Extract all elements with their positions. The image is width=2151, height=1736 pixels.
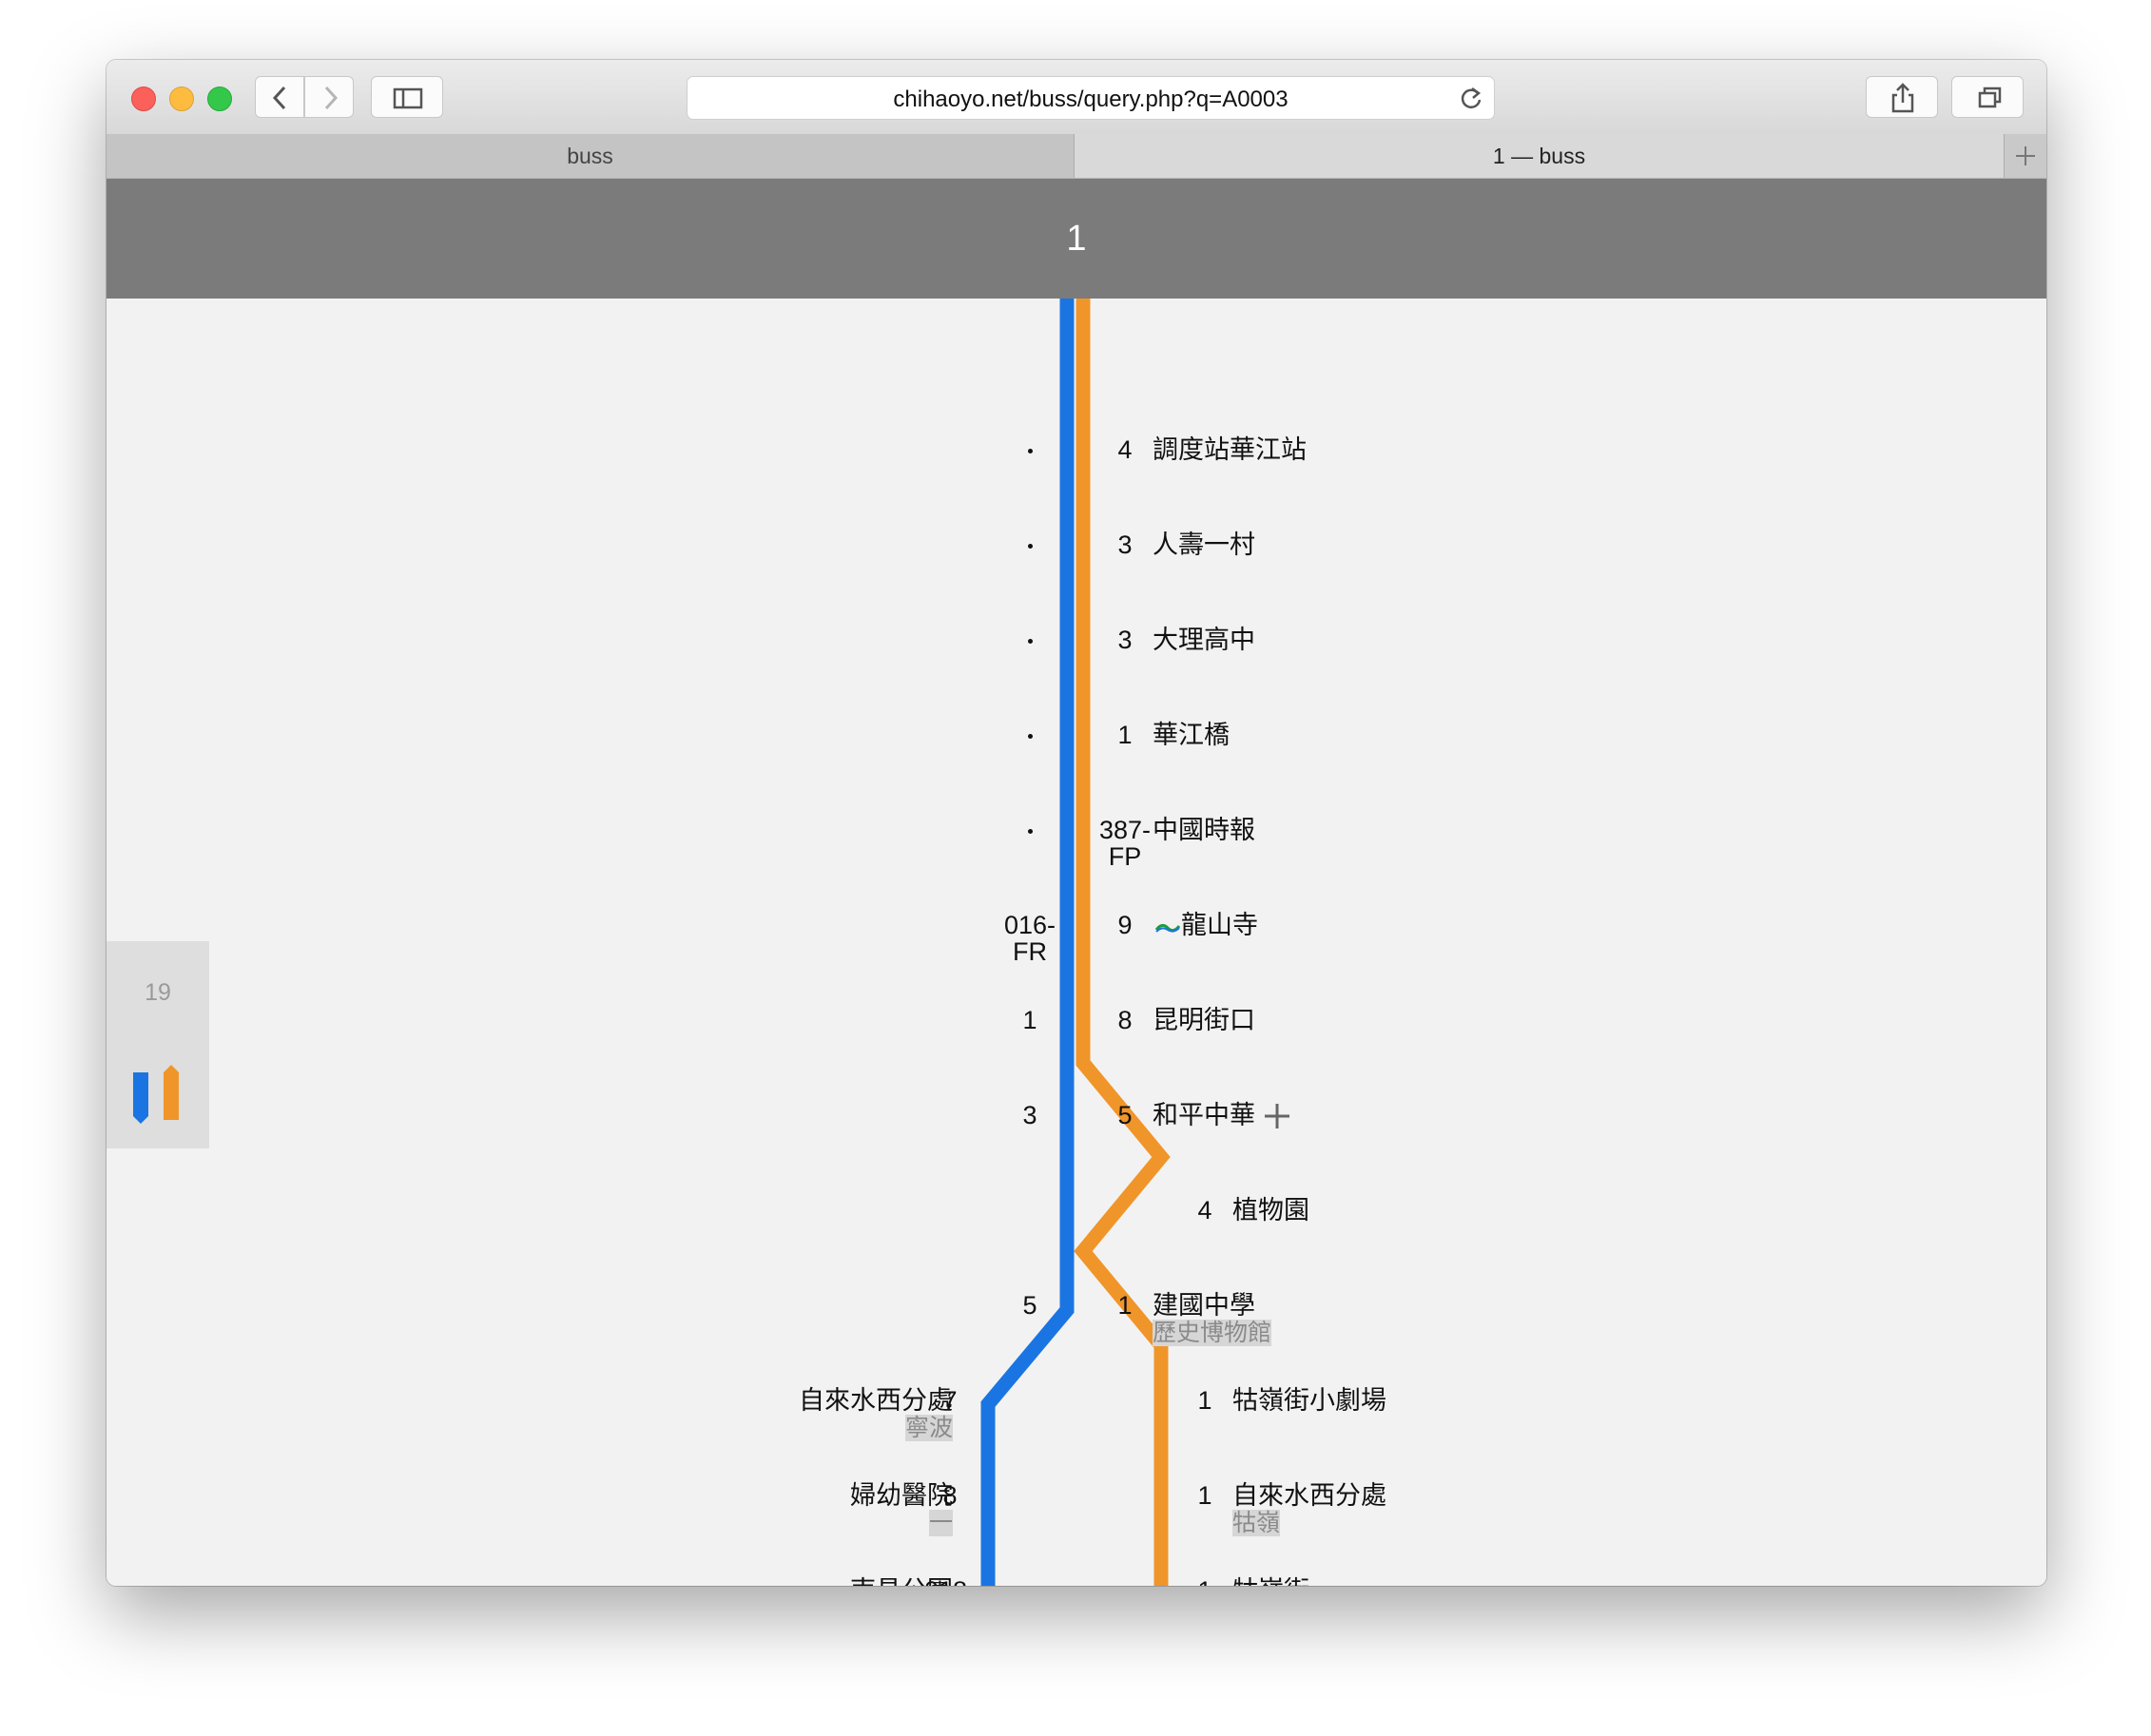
stop-alias: 一: [928, 1510, 953, 1536]
forward-button[interactable]: [304, 76, 354, 118]
url-text: chihaoyo.net/buss/query.php?q=A0003: [893, 87, 1289, 112]
metro-icon: [1154, 923, 1181, 933]
right-arrival-plate: 387- FP: [1098, 816, 1152, 871]
right-arrival-time: 1: [1117, 1291, 1133, 1320]
bus-count: 19: [145, 979, 171, 1006]
stop-name-text: 自來水西分處: [1232, 1481, 1386, 1510]
new-tab-button[interactable]: [2004, 134, 2046, 178]
reload-icon[interactable]: [1458, 85, 1484, 111]
side-panel[interactable]: 19: [107, 941, 209, 1148]
right-arrival-time: 1: [1197, 1386, 1212, 1415]
minimize-window-button[interactable]: [169, 87, 194, 111]
chevron-left-icon: [272, 86, 286, 110]
stop-dot: [1028, 639, 1033, 644]
plus-icon: [2016, 146, 2035, 165]
right-arrival-time: 1: [1191, 1577, 1219, 1586]
stop-alias: 歷史博物館: [1153, 1320, 1272, 1346]
stop-name[interactable]: 婦幼醫院 一: [763, 1482, 953, 1536]
stop-name[interactable]: 自來水西分處 牯嶺: [1232, 1482, 1386, 1536]
stop-name[interactable]: 華江橋: [1153, 722, 1230, 748]
left-arrival-time: 5: [1022, 1291, 1037, 1320]
close-window-button[interactable]: [131, 87, 156, 111]
route-lines: [980, 299, 1171, 1586]
title-bar: chihaoyo.net/buss/query.php?q=A0003: [107, 60, 2046, 135]
sidebar-icon: [393, 87, 423, 109]
tab-bar: buss 1 — buss: [107, 134, 2046, 179]
left-arrival-time: 8: [942, 1481, 958, 1510]
right-arrival-time: 9: [1117, 911, 1133, 939]
route-line-inbound: [1074, 299, 1171, 1586]
chevron-right-icon: [324, 86, 339, 110]
tabs-icon: [1978, 87, 2002, 108]
zoom-window-button[interactable]: [207, 87, 232, 111]
route-direction-icon[interactable]: [131, 1063, 188, 1129]
stop-name[interactable]: 和平中華: [1153, 1102, 1255, 1128]
stop-name[interactable]: 調度站華江站: [1153, 436, 1307, 463]
stop-dot: [1028, 449, 1033, 453]
right-arrival-time: 3: [1117, 626, 1133, 654]
route-header: 1: [107, 179, 2046, 299]
left-arrival-time: 1: [1022, 1006, 1037, 1034]
stop-name[interactable]: 龍山寺: [1181, 912, 1258, 938]
stop-name[interactable]: 大理高中: [1153, 627, 1255, 653]
right-arrival-time: 5: [1117, 1101, 1133, 1129]
stop-alias: 寧波: [904, 1415, 953, 1441]
right-arrival-time: 4: [1197, 1196, 1212, 1225]
stop-name[interactable]: 自來水西分處 寧波: [763, 1387, 953, 1441]
stop-name-text: 建國中學: [1153, 1291, 1255, 1320]
stop-alias: 牯嶺: [1232, 1510, 1281, 1536]
route-map: 4 調度站華江站 3 人壽一村 3 大理高中 1 華江橋 387- FP 中國時報…: [107, 299, 2046, 1586]
left-arrival-plate: 018-FR: [920, 1577, 979, 1586]
back-button[interactable]: [255, 76, 304, 118]
right-arrival-time: 4: [1117, 435, 1133, 464]
sidebar-toggle-button[interactable]: [371, 76, 443, 118]
right-arrival-time: 1: [1197, 1481, 1212, 1510]
stop-name[interactable]: 人壽一村: [1153, 531, 1255, 558]
left-arrival-plate: 016- FR: [1003, 911, 1056, 966]
right-arrival-time: 3: [1117, 530, 1133, 559]
stop-name[interactable]: 建國中學 歷史博物館: [1153, 1291, 1272, 1346]
browser-window: chihaoyo.net/buss/query.php?q=A0003 buss…: [107, 60, 2046, 1586]
right-arrival-time: 8: [1117, 1006, 1133, 1034]
tab-route-1[interactable]: 1 — buss: [1075, 134, 2004, 178]
stop-dot: [1028, 829, 1033, 834]
stop-name-text: 自來水西分處: [799, 1386, 953, 1415]
stop-name-text: 婦幼醫院: [850, 1481, 953, 1510]
stop-name[interactable]: 昆明街口: [1153, 1007, 1255, 1033]
hospital-cross-icon: [1265, 1104, 1289, 1128]
right-arrival-time: 1: [1117, 721, 1133, 749]
address-bar[interactable]: chihaoyo.net/buss/query.php?q=A0003: [687, 76, 1495, 120]
stop-name[interactable]: 牯嶺街: [1232, 1577, 1309, 1586]
stop-dot: [1028, 734, 1033, 739]
stop-name[interactable]: 牯嶺街小劇場: [1232, 1387, 1386, 1414]
tabs-overview-button[interactable]: [1951, 76, 2024, 118]
stop-name[interactable]: 植物園: [1232, 1197, 1309, 1224]
route-title: 1: [1066, 219, 1087, 259]
share-button[interactable]: [1866, 76, 1938, 118]
left-arrival-time: 3: [1022, 1101, 1037, 1129]
stop-dot: [1028, 544, 1033, 549]
left-arrival-time: 7: [942, 1386, 958, 1415]
share-icon: [1891, 83, 1914, 113]
tab-buss[interactable]: buss: [107, 134, 1075, 178]
stop-name[interactable]: 中國時報: [1153, 817, 1255, 843]
